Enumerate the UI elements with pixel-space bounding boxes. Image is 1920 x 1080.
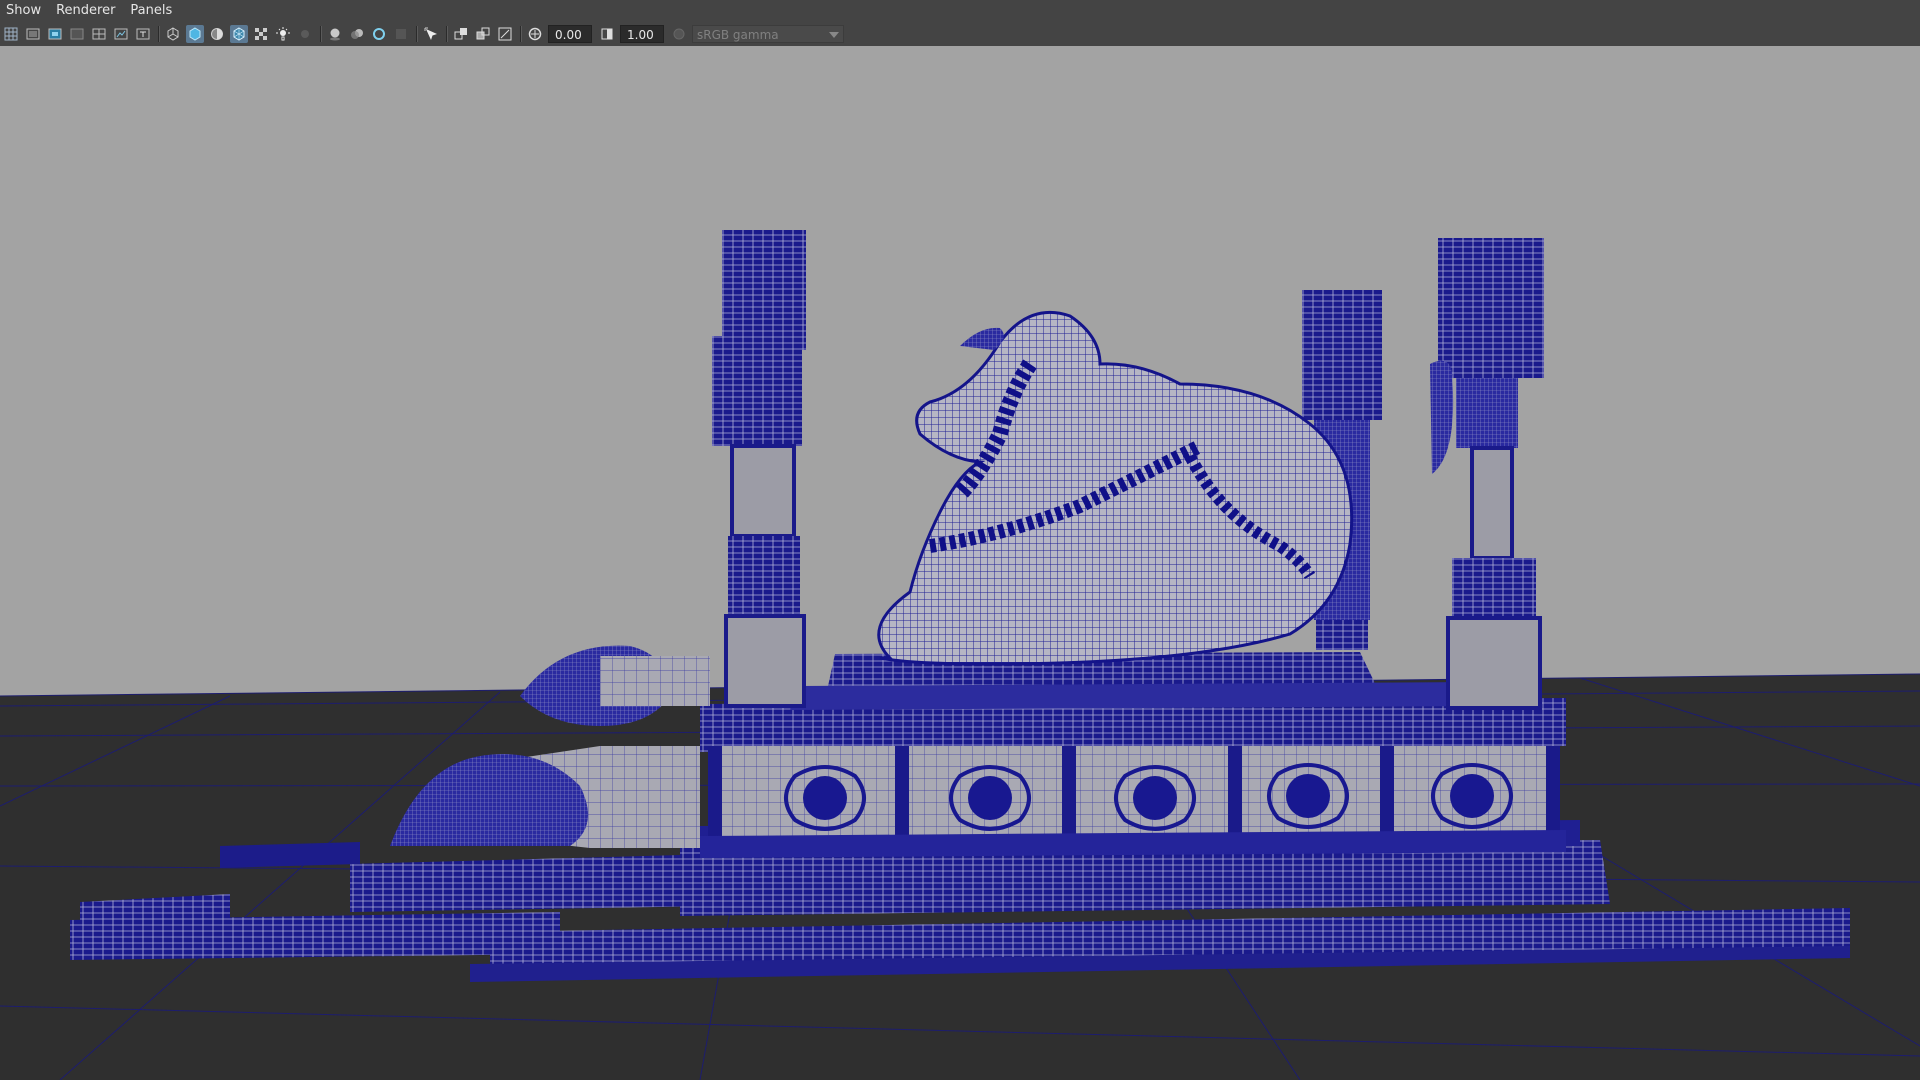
shadows-icon[interactable]	[296, 25, 314, 43]
textured-icon[interactable]	[252, 25, 270, 43]
xray-joints-icon[interactable]	[496, 25, 514, 43]
toolbar-separator	[446, 26, 448, 42]
film-gate-icon[interactable]	[24, 25, 42, 43]
isolate-select-icon[interactable]	[452, 25, 470, 43]
motion-blur-icon[interactable]	[348, 25, 366, 43]
menu-show[interactable]: Show	[0, 0, 50, 22]
select-camera-icon[interactable]	[422, 25, 440, 43]
lights-icon[interactable]	[274, 25, 292, 43]
gate-mask-icon[interactable]	[68, 25, 86, 43]
menu-panels[interactable]: Panels	[124, 0, 181, 22]
color-management-icon[interactable]	[670, 25, 688, 43]
view-transform-dropdown[interactable]: sRGB gamma	[692, 25, 844, 43]
ambient-occlusion-icon[interactable]	[326, 25, 344, 43]
anti-aliasing-icon[interactable]	[370, 25, 388, 43]
resolution-gate-icon[interactable]	[46, 25, 64, 43]
field-chart-icon[interactable]	[90, 25, 108, 43]
smooth-shade-icon[interactable]	[186, 25, 204, 43]
toolbar-separator	[320, 26, 322, 42]
toolbar-separator	[416, 26, 418, 42]
wireframe-on-shaded-icon[interactable]	[230, 25, 248, 43]
gamma-icon[interactable]	[598, 25, 616, 43]
wireframe-icon[interactable]	[164, 25, 182, 43]
panel-menu-bar: Show Renderer Panels	[0, 0, 1920, 22]
chevron-down-icon	[829, 32, 839, 38]
main-pedestal	[700, 698, 1566, 858]
exposure-field[interactable]: 0.00	[548, 25, 592, 43]
depth-of-field-icon[interactable]	[392, 25, 410, 43]
gamma-field[interactable]: 1.00	[620, 25, 664, 43]
safe-action-icon[interactable]	[112, 25, 130, 43]
toolbar-separator	[158, 26, 160, 42]
safe-title-icon[interactable]	[134, 25, 152, 43]
exposure-icon[interactable]	[526, 25, 544, 43]
menu-renderer[interactable]: Renderer	[50, 0, 124, 22]
xray-icon[interactable]	[474, 25, 492, 43]
panel-toolbar: 0.00 1.00 sRGB gamma	[0, 22, 1920, 46]
3d-viewport[interactable]	[0, 46, 1920, 1080]
toolbar-separator	[520, 26, 522, 42]
default-material-icon[interactable]	[208, 25, 226, 43]
view-transform-label: sRGB gamma	[697, 28, 779, 42]
grid-icon[interactable]	[2, 25, 20, 43]
